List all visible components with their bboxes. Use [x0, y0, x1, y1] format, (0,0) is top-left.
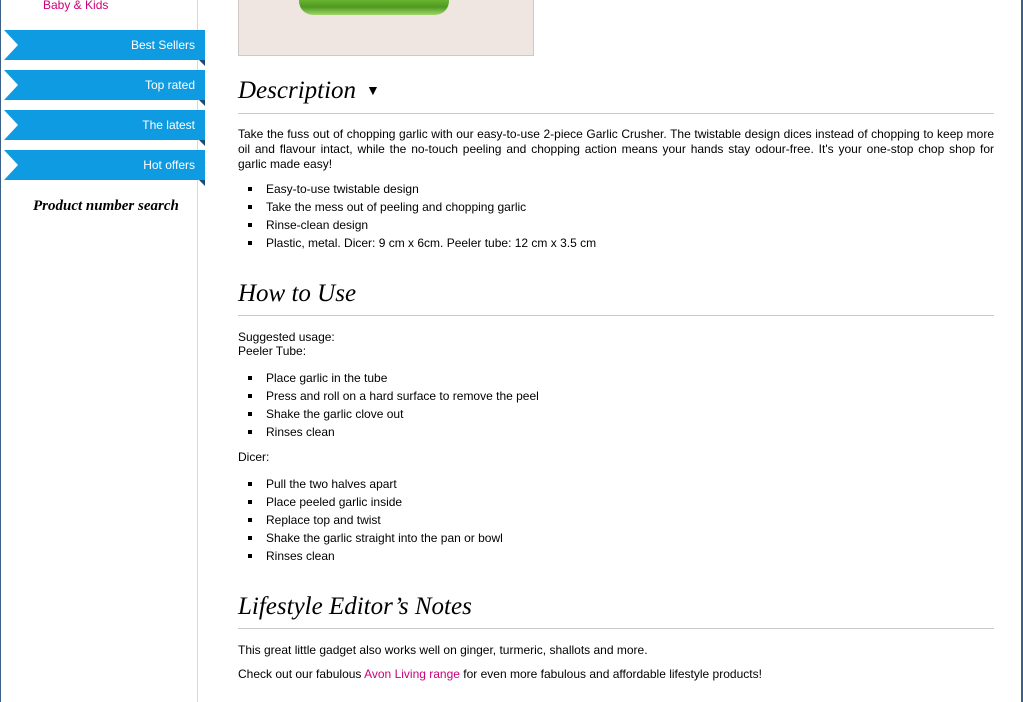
- sidebar: Baby & Kids Best Sellers Top rated The l…: [1, 0, 205, 702]
- feature-list: Easy-to-use twistable design Take the me…: [238, 180, 596, 252]
- list-item: Easy-to-use twistable design: [238, 180, 596, 198]
- list-item: Rinses clean: [238, 423, 539, 441]
- ribbon-fold: [199, 180, 205, 186]
- how-to-use-heading: How to Use: [238, 279, 994, 316]
- list-item: Place peeled garlic inside: [238, 493, 503, 511]
- garlic-crusher-photo: [299, 0, 449, 15]
- peeler-tube-label: Peeler Tube:: [238, 344, 307, 358]
- editor-notes-line: This great little gadget also works well…: [238, 643, 648, 657]
- editor-notes-heading: Lifestyle Editor’s Notes: [238, 592, 994, 629]
- dicer-steps-list: Pull the two halves apart Place peeled g…: [238, 475, 503, 565]
- ribbon-notch: [4, 110, 18, 140]
- ribbon-label: Hot offers: [143, 158, 195, 172]
- suggested-usage-label: Suggested usage:: [238, 330, 335, 344]
- dicer-label: Dicer:: [238, 450, 270, 464]
- the-latest-button[interactable]: The latest: [4, 110, 205, 146]
- description-heading-text: Description: [238, 77, 357, 104]
- ribbon-label: Best Sellers: [130, 38, 195, 52]
- avon-living-range-link[interactable]: Avon Living range: [364, 667, 460, 681]
- peeler-steps-list: Place garlic in the tube Press and roll …: [238, 369, 539, 441]
- ribbon-fold: [199, 100, 205, 106]
- list-item: Take the mess out of peeling and choppin…: [238, 198, 596, 216]
- ribbon-fold: [199, 140, 205, 146]
- best-sellers-button[interactable]: Best Sellers: [4, 30, 205, 66]
- product-number-search-heading[interactable]: Product number search: [33, 198, 179, 215]
- list-item: Shake the garlic clove out: [238, 405, 539, 423]
- editor-notes-cta: Check out our fabulous Avon Living range…: [238, 667, 994, 682]
- category-link-baby-kids[interactable]: Baby & Kids: [43, 0, 108, 12]
- product-image: [238, 0, 534, 56]
- list-item: Shake the garlic straight into the pan o…: [238, 529, 503, 547]
- collapse-toggle-icon[interactable]: ▼: [366, 84, 380, 99]
- hot-offers-button[interactable]: Hot offers: [4, 150, 205, 186]
- list-item: Pull the two halves apart: [238, 475, 503, 493]
- ribbon-fold: [199, 60, 205, 66]
- list-item: Rinses clean: [238, 547, 503, 565]
- ribbon-label: Top rated: [144, 78, 195, 92]
- top-rated-button[interactable]: Top rated: [4, 70, 205, 106]
- list-item: Place garlic in the tube: [238, 369, 539, 387]
- description-paragraph: Take the fuss out of chopping garlic wit…: [238, 127, 994, 171]
- list-item: Replace top and twist: [238, 511, 503, 529]
- cta-prefix: Check out our fabulous: [238, 667, 365, 681]
- list-item: Plastic, metal. Dicer: 9 cm x 6cm. Peele…: [238, 234, 596, 252]
- list-item: Rinse-clean design: [238, 216, 596, 234]
- ribbon-notch: [4, 30, 18, 60]
- ribbon-label: The latest: [142, 118, 195, 132]
- ribbon-notch: [4, 150, 18, 180]
- ribbon-notch: [4, 70, 18, 100]
- list-item: Press and roll on a hard surface to remo…: [238, 387, 539, 405]
- cta-suffix: for even more fabulous and affordable li…: [459, 667, 762, 681]
- description-heading: Description ▼: [238, 76, 994, 115]
